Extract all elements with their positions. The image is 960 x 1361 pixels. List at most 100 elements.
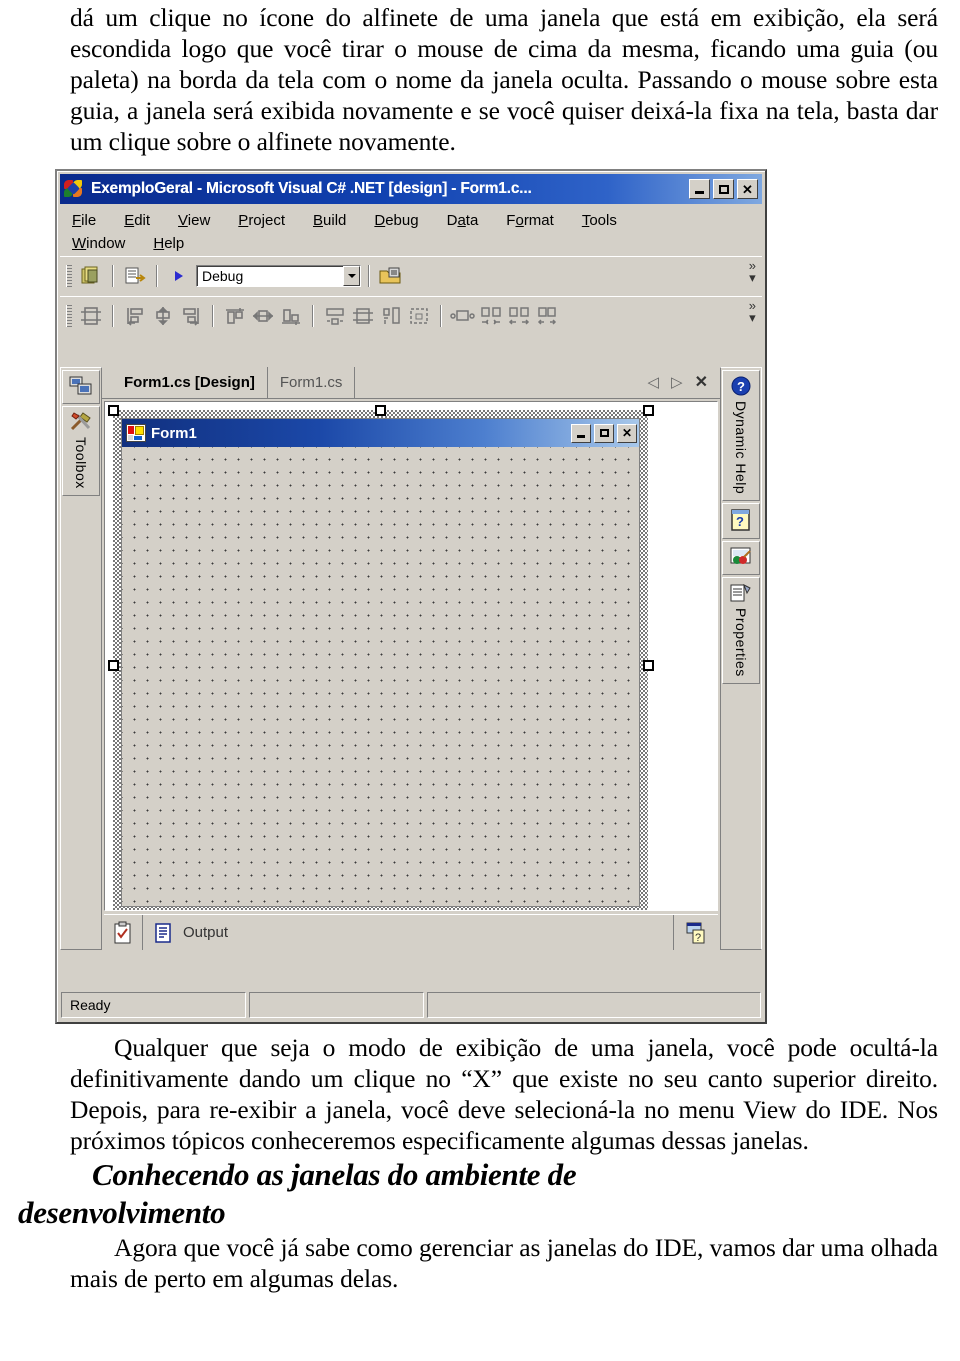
output-icon [155, 922, 171, 943]
align-tops-icon[interactable] [221, 302, 249, 330]
add-new-item-icon[interactable] [77, 262, 105, 290]
make-same-size-icon[interactable] [349, 302, 377, 330]
align-bottoms-icon[interactable] [277, 302, 305, 330]
menu-item-help[interactable]: Help [153, 235, 184, 252]
remove-horizontal-spacing-icon[interactable] [533, 302, 561, 330]
toolbar-grip[interactable] [66, 264, 72, 287]
size-to-grid-icon[interactable] [405, 302, 433, 330]
output-right-tab[interactable]: ? [674, 915, 718, 950]
sidebar-item-toolbox[interactable]: Toolbox [62, 406, 100, 496]
output-pane-strip: Output ? [104, 914, 718, 950]
make-horizontal-spacing-equal-icon[interactable] [449, 302, 477, 330]
form1-titlebar: Form1 ✕ [122, 419, 639, 447]
align-lefts-icon[interactable] [121, 302, 149, 330]
menu-item-debug[interactable]: Debug [374, 212, 418, 229]
form1-window-controls: ✕ [571, 423, 637, 443]
output-tab[interactable]: Output [143, 915, 674, 950]
toolbar-grip-2[interactable] [66, 304, 72, 327]
dynamic-help-question-icon: ? [729, 375, 753, 397]
menu-row-1: File Edit View Project Build Debug Data … [72, 212, 762, 229]
tab-prev-icon[interactable]: ◁ [648, 375, 660, 390]
document-area: Form1.cs [Design] Form1.cs ◁ ▷ ✕ Form1 ✕… [102, 367, 720, 950]
window-title: ExemploGeral - Microsoft Visual C# .NET … [91, 180, 532, 197]
form-minimize-button[interactable] [571, 423, 591, 443]
align-centers-icon[interactable] [149, 302, 177, 330]
sidebar-item-dynamic-help[interactable]: ? Dynamic Help [722, 370, 760, 502]
start-debug-icon[interactable] [165, 262, 193, 290]
align-middles-icon[interactable] [249, 302, 277, 330]
menu-item-edit[interactable]: Edit [124, 212, 150, 229]
toolbar-separator-3 [368, 264, 370, 287]
toolbox-hammer-icon [69, 411, 93, 433]
resize-handle-nw[interactable] [108, 405, 119, 416]
tab-close-icon[interactable]: ✕ [695, 374, 708, 391]
increase-horizontal-spacing-icon[interactable] [505, 302, 533, 330]
status-cell-ready: Ready [61, 992, 246, 1018]
layout-toolbar: » ▾ [60, 296, 762, 334]
status-cell-2 [249, 992, 424, 1018]
maximize-button[interactable] [713, 179, 734, 199]
resize-handle-ne[interactable] [643, 405, 654, 416]
form-maximize-button[interactable] [594, 423, 614, 443]
menu-bar: File Edit View Project Build Debug Data … [60, 208, 762, 254]
toolbar-overflow-layout[interactable]: » ▾ [749, 299, 756, 324]
tab-navigation: ◁ ▷ ✕ [640, 367, 721, 398]
chevron-down-icon[interactable] [343, 265, 360, 286]
menu-item-build[interactable]: Build [313, 212, 346, 229]
toolbar-separator-2 [156, 264, 158, 287]
resize-handle-e[interactable] [643, 660, 654, 671]
sidebar-item-palette[interactable] [722, 541, 760, 576]
properties-window-icon[interactable] [121, 262, 149, 290]
bring-to-front-icon[interactable] [77, 302, 105, 330]
document-body: dá um clique no ícone do alfinete de uma… [0, 0, 960, 157]
form1-client-grid[interactable] [122, 447, 639, 906]
section-heading-line-2: desenvolvimento [18, 1195, 226, 1230]
toolbar-separator-5 [212, 304, 214, 327]
make-same-width-icon[interactable] [321, 302, 349, 330]
menu-item-window[interactable]: Window [72, 235, 125, 252]
tab-form1-design[interactable]: Form1.cs [Design] [112, 367, 268, 398]
paragraph-intro: dá um clique no ícone do alfinete de uma… [70, 3, 938, 156]
menu-item-view[interactable]: View [178, 212, 210, 229]
menu-item-data[interactable]: Data [447, 212, 479, 229]
resize-handle-w[interactable] [108, 660, 119, 671]
task-list-tab[interactable] [104, 915, 143, 950]
status-bar: Ready [61, 992, 761, 1018]
document-body-lower: Qualquer que seja o modo de exibição de … [0, 1024, 960, 1294]
make-same-height-icon[interactable] [377, 302, 405, 330]
section-heading-line-1: Conhecendo as janelas do ambiente de [92, 1157, 577, 1192]
task-list-icon [114, 921, 131, 943]
sidebar-item-server-explorer[interactable] [62, 370, 100, 404]
solution-configuration-select[interactable]: Debug [196, 264, 361, 287]
tab-form1-code[interactable]: Form1.cs [268, 367, 356, 398]
align-rights-icon[interactable] [177, 302, 205, 330]
resize-handle-n[interactable] [375, 405, 386, 416]
status-cell-3 [427, 992, 761, 1018]
menu-item-format[interactable]: Format [506, 212, 554, 229]
decrease-horizontal-spacing-icon[interactable] [477, 302, 505, 330]
sidebar-item-help[interactable]: ? [722, 503, 760, 540]
form-design-surface[interactable]: Form1 ✕ [104, 401, 718, 911]
toolbar-overflow-standard[interactable]: » ▾ [749, 259, 756, 284]
form-close-button[interactable]: ✕ [617, 423, 637, 443]
sidebar-item-properties[interactable]: Properties [722, 577, 760, 684]
sidebar-item-properties-label: Properties [733, 608, 749, 677]
solution-explorer-folder-icon[interactable] [377, 262, 405, 290]
menu-item-project[interactable]: Project [238, 212, 285, 229]
properties-icon [729, 582, 753, 604]
sidebar-item-toolbox-label: Toolbox [73, 437, 89, 489]
selection-hatch-band: Form1 ✕ [113, 410, 648, 910]
ide-screenshot-figure: ExemploGeral - Microsoft Visual C# .NET … [0, 169, 960, 1024]
close-button[interactable]: ✕ [737, 179, 758, 199]
minimize-button[interactable] [689, 179, 710, 199]
menu-item-tools[interactable]: Tools [582, 212, 617, 229]
palette-icon [729, 546, 753, 568]
toolbar-separator-1 [112, 264, 114, 287]
help-question-icon: ? [729, 508, 753, 532]
paragraph-closing: Agora que você já sabe como gerenciar as… [70, 1233, 938, 1293]
form1-preview-window[interactable]: Form1 ✕ [121, 418, 640, 907]
svg-text:?: ? [736, 514, 744, 529]
menu-item-file[interactable]: File [72, 212, 96, 229]
tab-next-icon[interactable]: ▷ [671, 375, 683, 390]
sidebar-item-dynamic-help-label: Dynamic Help [733, 401, 749, 495]
